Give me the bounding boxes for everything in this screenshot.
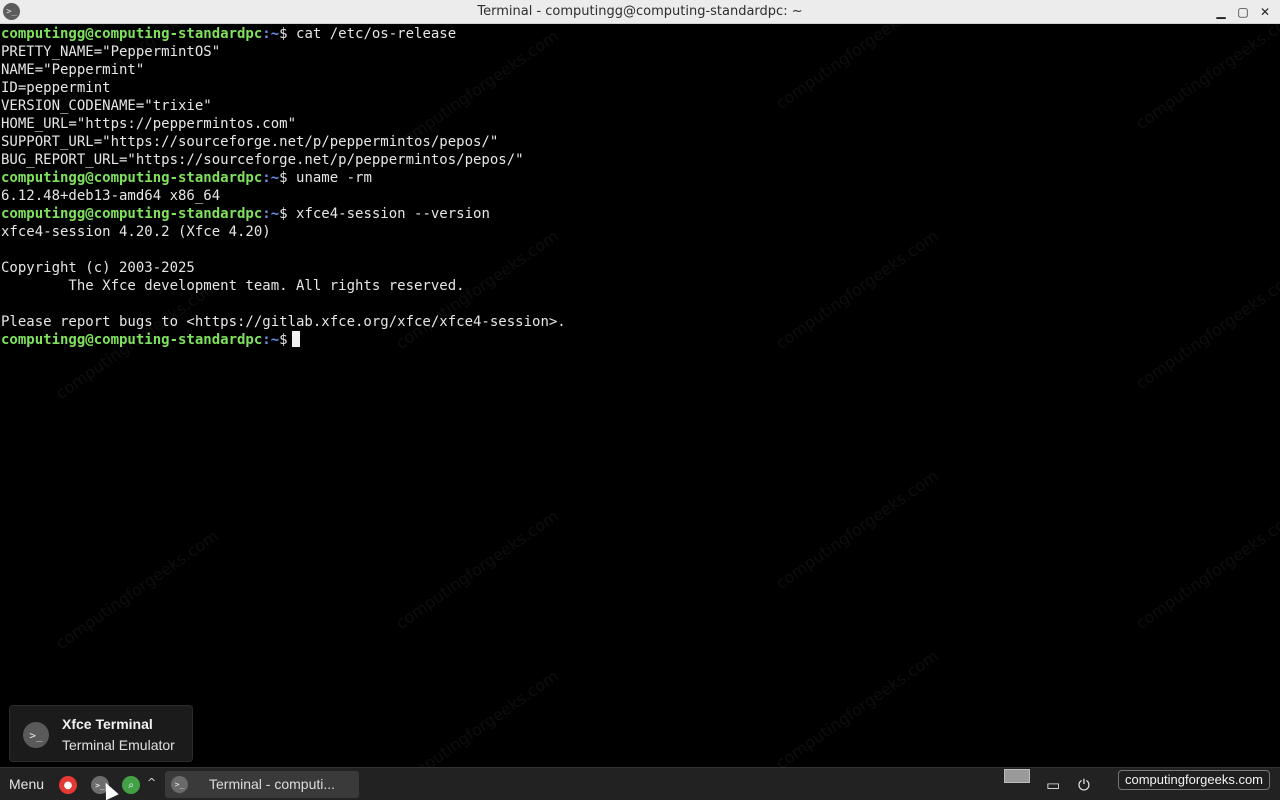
terminal-prompt-line: computingg@computing-standardpc:~$ cat /… [0,25,1280,43]
terminal-output-line: 6.12.48+deb13-amd64 x86_64 [1,188,221,204]
prompt-user: computingg@computing-standardpc [1,170,263,186]
terminal-output-line: Copyright (c) 2003-2025 [1,260,195,276]
window-titlebar[interactable]: >_ Terminal - computingg@computing-stand… [0,0,1280,24]
window-title: Terminal - computingg@computing-standard… [477,4,803,19]
minimize-icon[interactable]: ▁ [1212,3,1230,21]
search-launcher-icon[interactable]: ⌕ [122,776,140,794]
workspace-switcher[interactable] [1004,769,1030,783]
menu-button[interactable]: Menu [9,776,44,792]
prompt-path: :~ [262,170,280,186]
task-label: Terminal - computi... [209,776,336,792]
terminal-icon[interactable]: >_ [3,3,20,20]
taskbar-task-terminal[interactable]: >_ Terminal - computi... [165,771,359,798]
terminal-output-area[interactable]: computingg@computing-standardpc:~$ cat /… [0,25,1280,767]
terminal-icon: >_ [23,722,49,748]
prompt-symbol: $ [279,26,288,42]
terminal-output-line: xfce4-session 4.20.2 (Xfce 4.20) [1,224,271,240]
power-plug-icon[interactable]: ⏻ [1078,776,1090,794]
terminal-icon: >_ [171,776,188,793]
red-app-launcher-icon[interactable]: ● [59,776,77,794]
terminal-prompt-line: computingg@computing-standardpc:~$ uname… [0,169,1280,187]
prompt-path: :~ [262,206,280,222]
command-text: xfce4-session --version [287,206,490,222]
window-controls: ▁ ▢ ✕ [1212,3,1274,21]
chevron-up-icon[interactable]: ^ [147,776,156,789]
terminal-output-line: ID=peppermint [1,80,111,96]
terminal-output-line: HOME_URL="https://peppermintos.com" [1,116,297,132]
terminal-output-line: BUG_REPORT_URL="https://sourceforge.net/… [1,152,524,168]
terminal-prompt-line: computingg@computing-standardpc:~$ xfce4… [0,205,1280,223]
taskbar: Menu ● >_ ⌕ ^ >_ Terminal - computi... ▭… [0,767,1280,800]
terminal-output-line: The Xfce development team. All rights re… [1,278,465,294]
prompt-path: :~ [262,332,280,348]
prompt-user: computingg@computing-standardpc [1,26,263,42]
display-icon[interactable]: ▭ [1046,776,1060,794]
terminal-output-line: NAME="Peppermint" [1,62,145,78]
terminal-cursor [291,331,300,347]
prompt-symbol: $ [279,206,288,222]
prompt-path: :~ [262,26,280,42]
close-icon[interactable]: ✕ [1256,3,1274,21]
prompt-user: computingg@computing-standardpc [1,332,263,348]
prompt-symbol: $ [279,332,288,348]
prompt-user: computingg@computing-standardpc [1,206,263,222]
maximize-icon[interactable]: ▢ [1234,3,1252,21]
terminal-output-line: Please report bugs to <https://gitlab.xf… [1,314,566,330]
command-text: cat /etc/os-release [287,26,457,42]
notification-popup[interactable]: >_ Xfce Terminal Terminal Emulator [9,705,193,762]
terminal-output-line: VERSION_CODENAME="trixie" [1,98,212,114]
watermark-label: computingforgeeks.com [1118,770,1271,790]
terminal-output-line: PRETTY_NAME="PeppermintOS" [1,44,221,60]
prompt-symbol: $ [279,170,288,186]
terminal-output-line: SUPPORT_URL="https://sourceforge.net/p/p… [1,134,499,150]
command-text: uname -rm [287,170,372,186]
notification-body: Terminal Emulator [62,737,175,753]
terminal-prompt-line: computingg@computing-standardpc:~$ [0,331,1280,349]
notification-title: Xfce Terminal [62,716,153,732]
